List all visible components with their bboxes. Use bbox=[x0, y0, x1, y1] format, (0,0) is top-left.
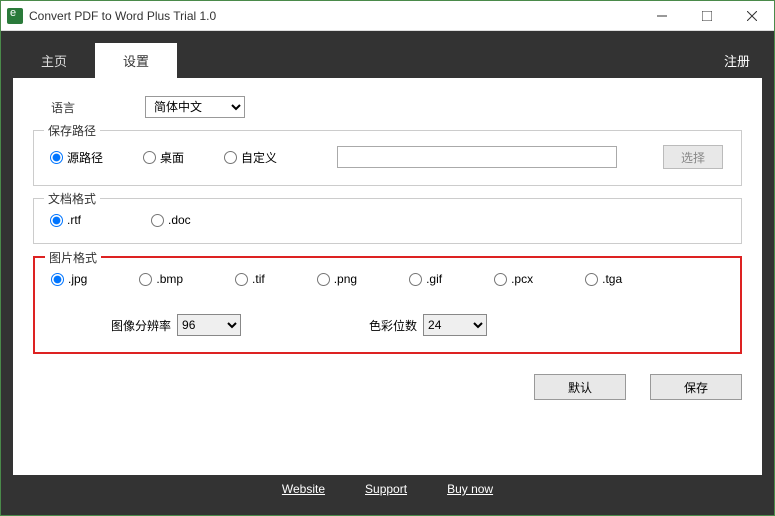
imgformat-pcx-label: .pcx bbox=[511, 272, 533, 286]
close-icon bbox=[747, 11, 757, 21]
docformat-rtf-radio[interactable]: .rtf bbox=[50, 213, 81, 227]
imgformat-settings: 图像分辨率 96 色彩位数 24 bbox=[111, 314, 724, 336]
imgformat-pcx-input[interactable] bbox=[494, 273, 507, 286]
app-window: Convert PDF to Word Plus Trial 1.0 主页 设置… bbox=[0, 0, 775, 516]
resolution-group: 图像分辨率 96 bbox=[111, 314, 241, 336]
close-button[interactable] bbox=[729, 1, 774, 31]
imgformat-tif-radio[interactable]: .tif bbox=[235, 272, 265, 286]
savepath-legend: 保存路径 bbox=[44, 122, 100, 139]
imgformat-options: .jpg .bmp .tif .png .gif .pcx .tga bbox=[51, 272, 724, 286]
docformat-fieldset: 文档格式 .rtf .doc bbox=[33, 198, 742, 244]
imgformat-gif-label: .gif bbox=[426, 272, 442, 286]
minimize-icon bbox=[657, 11, 667, 21]
savepath-custom-input[interactable] bbox=[224, 151, 237, 164]
browse-button[interactable]: 选择 bbox=[663, 145, 723, 169]
imgformat-bmp-label: .bmp bbox=[156, 272, 183, 286]
savepath-source-label: 源路径 bbox=[67, 149, 103, 166]
savepath-custom-field[interactable] bbox=[337, 146, 617, 168]
app-icon bbox=[7, 8, 23, 24]
minimize-button[interactable] bbox=[639, 1, 684, 31]
register-link[interactable]: 注册 bbox=[712, 43, 762, 78]
language-select[interactable]: 简体中文 bbox=[145, 96, 245, 118]
imgformat-legend: 图片格式 bbox=[45, 249, 101, 266]
footer: Website Support Buy now bbox=[13, 475, 762, 503]
imgformat-jpg-radio[interactable]: .jpg bbox=[51, 272, 87, 286]
imgformat-tga-input[interactable] bbox=[585, 273, 598, 286]
language-label: 语言 bbox=[51, 99, 75, 116]
imgformat-tga-label: .tga bbox=[602, 272, 622, 286]
imgformat-jpg-input[interactable] bbox=[51, 273, 64, 286]
bitdepth-label: 色彩位数 bbox=[369, 317, 417, 334]
imgformat-tif-input[interactable] bbox=[235, 273, 248, 286]
savepath-source-input[interactable] bbox=[50, 151, 63, 164]
docformat-doc-radio[interactable]: .doc bbox=[151, 213, 191, 227]
imgformat-gif-input[interactable] bbox=[409, 273, 422, 286]
footer-buynow-link[interactable]: Buy now bbox=[447, 482, 493, 496]
settings-panel: 语言 简体中文 保存路径 源路径 桌面 bbox=[13, 78, 762, 475]
imgformat-png-radio[interactable]: .png bbox=[317, 272, 357, 286]
imgformat-bmp-radio[interactable]: .bmp bbox=[139, 272, 183, 286]
default-button[interactable]: 默认 bbox=[534, 374, 626, 400]
savepath-fieldset: 保存路径 源路径 桌面 自定义 选择 bbox=[33, 130, 742, 186]
window-title: Convert PDF to Word Plus Trial 1.0 bbox=[29, 9, 639, 23]
savepath-custom-label: 自定义 bbox=[241, 149, 277, 166]
maximize-button[interactable] bbox=[684, 1, 729, 31]
resolution-label: 图像分辨率 bbox=[111, 317, 171, 334]
titlebar: Convert PDF to Word Plus Trial 1.0 bbox=[1, 1, 774, 31]
docformat-doc-label: .doc bbox=[168, 213, 191, 227]
topbar: 主页 设置 注册 bbox=[13, 43, 762, 78]
language-row: 语言 简体中文 bbox=[51, 96, 742, 118]
action-buttons: 默认 保存 bbox=[33, 374, 742, 400]
docformat-legend: 文档格式 bbox=[44, 190, 100, 207]
imgformat-tga-radio[interactable]: .tga bbox=[585, 272, 622, 286]
imgformat-tif-label: .tif bbox=[252, 272, 265, 286]
imgformat-png-label: .png bbox=[334, 272, 357, 286]
savepath-options: 源路径 桌面 自定义 选择 bbox=[50, 145, 725, 169]
maximize-icon bbox=[702, 11, 712, 21]
docformat-rtf-label: .rtf bbox=[67, 213, 81, 227]
imgformat-bmp-input[interactable] bbox=[139, 273, 152, 286]
imgformat-gif-radio[interactable]: .gif bbox=[409, 272, 442, 286]
footer-support-link[interactable]: Support bbox=[365, 482, 407, 496]
bitdepth-select[interactable]: 24 bbox=[423, 314, 487, 336]
bitdepth-group: 色彩位数 24 bbox=[369, 314, 487, 336]
tab-home[interactable]: 主页 bbox=[13, 43, 95, 78]
window-controls bbox=[639, 1, 774, 31]
savepath-desktop-radio[interactable]: 桌面 bbox=[143, 149, 184, 166]
docformat-rtf-input[interactable] bbox=[50, 214, 63, 227]
savepath-custom-radio[interactable]: 自定义 bbox=[224, 149, 277, 166]
resolution-select[interactable]: 96 bbox=[177, 314, 241, 336]
footer-website-link[interactable]: Website bbox=[282, 482, 325, 496]
docformat-options: .rtf .doc bbox=[50, 213, 725, 227]
savepath-source-radio[interactable]: 源路径 bbox=[50, 149, 103, 166]
imgformat-fieldset: 图片格式 .jpg .bmp .tif .png .gif .pcx .tga … bbox=[33, 256, 742, 354]
savepath-desktop-label: 桌面 bbox=[160, 149, 184, 166]
imgformat-jpg-label: .jpg bbox=[68, 272, 87, 286]
docformat-doc-input[interactable] bbox=[151, 214, 164, 227]
imgformat-png-input[interactable] bbox=[317, 273, 330, 286]
main-area: 主页 设置 注册 语言 简体中文 保存路径 源路径 bbox=[1, 31, 774, 515]
tab-settings[interactable]: 设置 bbox=[95, 43, 177, 78]
savepath-desktop-input[interactable] bbox=[143, 151, 156, 164]
tab-strip: 主页 设置 bbox=[13, 43, 177, 78]
save-button[interactable]: 保存 bbox=[650, 374, 742, 400]
imgformat-pcx-radio[interactable]: .pcx bbox=[494, 272, 533, 286]
